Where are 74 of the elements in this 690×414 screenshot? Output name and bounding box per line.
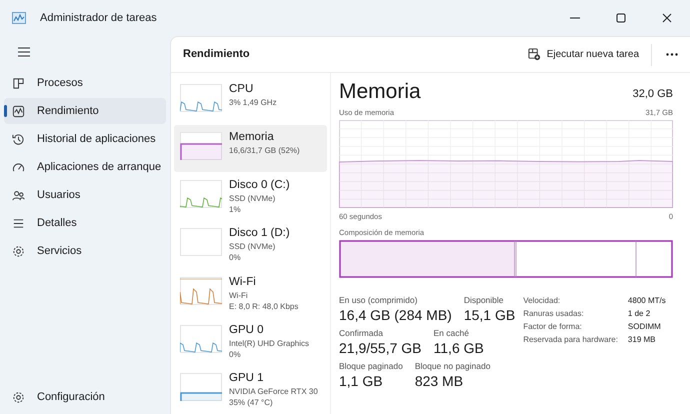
sidebar-item[interactable]: Servicios (4, 238, 166, 264)
stat-label: Bloque paginado (339, 360, 403, 372)
stat-label: En uso (comprimido) (339, 294, 418, 306)
pulse-icon (12, 104, 25, 118)
device-info: 0% (229, 348, 242, 360)
property-value: 319 MB (628, 334, 656, 346)
settings-item[interactable]: Configuración (4, 384, 105, 410)
cog-icon (12, 244, 25, 258)
stat-value: 1,1 GB (339, 372, 384, 390)
property-label: Reservada para hardware: (523, 334, 618, 346)
maximize-icon (616, 13, 626, 23)
stat-label: Bloque no paginado (414, 360, 490, 372)
users-icon (12, 188, 25, 202)
property-label: Factor de forma: (523, 320, 583, 333)
run-new-task-button[interactable]: Ejecutar nueva tarea (522, 42, 645, 68)
device-name: GPU 1 (229, 370, 265, 386)
sidebar-item[interactable]: Rendimiento (4, 98, 166, 124)
property-label: Velocidad: (523, 294, 562, 307)
window-title: Administrador de tareas (40, 10, 157, 26)
device-info: 3% 1,49 GHz (229, 97, 277, 108)
device-item[interactable]: GPU 1 NVIDIA GeForce RTX 30 35% (47 °C) (174, 366, 327, 413)
device-info: 35% (47 °C) (229, 396, 274, 408)
stat-label: Confirmada (339, 328, 384, 339)
device-item[interactable]: Disco 1 (D:) SSD (NVMe) 0% (174, 221, 327, 269)
device-name: Memoria (229, 130, 275, 146)
device-info: 1% (229, 204, 242, 216)
device-info: SSD (NVMe) (229, 241, 276, 252)
device-item[interactable]: GPU 0 Intel(R) UHD Graphics 0% (174, 318, 327, 365)
speedometer-icon (12, 160, 25, 174)
menu-icon (18, 47, 30, 57)
list-icon (12, 216, 25, 230)
device-name: Disco 0 (C:) (229, 178, 290, 194)
history-icon (12, 132, 25, 146)
device-name: Disco 1 (D:) (229, 226, 290, 242)
sidebar-item[interactable]: Aplicaciones de arranque (4, 154, 166, 180)
stat-value: 823 MB (414, 372, 464, 390)
total-memory: 32,0 GB (632, 86, 673, 102)
stat-label: En caché (434, 328, 470, 339)
device-item[interactable]: CPU 3% 1,49 GHz (174, 77, 327, 124)
selection-indicator (4, 105, 7, 117)
property-value: 4800 MT/s (628, 294, 666, 307)
device-info: E: 8,0 R: 48,0 Kbps (229, 300, 298, 312)
device-info: 0% (229, 252, 242, 264)
device-item[interactable]: Wi-Fi Wi-Fi E: 8,0 R: 48,0 Kbps (174, 270, 327, 317)
settings-icon (12, 390, 25, 404)
device-info: 16,6/31,7 GB (52%) (229, 145, 300, 156)
detail-title: Memoria (339, 79, 421, 105)
stat-label: Disponible (464, 294, 505, 306)
stat-value: 21,9/55,7 GB (339, 338, 422, 357)
property-value: 1 de 2 (628, 308, 652, 320)
device-info: Wi-Fi (229, 290, 249, 301)
device-item[interactable]: Memoria 16,6/31,7 GB (52%) (174, 125, 327, 172)
stat-value: 11,6 GB (434, 338, 484, 357)
property-label: Ranuras usadas: (523, 308, 585, 320)
app-icon (12, 12, 26, 24)
more-icon (666, 53, 678, 56)
sidebar-item[interactable]: Historial de aplicaciones (4, 126, 166, 152)
stat-value: 15,1 GB (464, 306, 516, 324)
page-title: Rendimiento (183, 47, 250, 62)
device-info: SSD (NVMe) (229, 193, 276, 204)
property-value: SODIMM (628, 320, 662, 333)
sidebar-item[interactable]: Usuarios (4, 182, 166, 208)
device-info: Intel(R) UHD Graphics (229, 338, 310, 349)
run-task-icon (528, 48, 541, 61)
device-name: GPU 0 (229, 322, 265, 338)
close-icon (662, 13, 672, 23)
device-item[interactable]: Disco 0 (C:) SSD (NVMe) 1% (174, 173, 327, 220)
sidebar-item[interactable]: Detalles (4, 210, 166, 236)
device-name: Wi-Fi (229, 274, 257, 290)
device-info: NVIDIA GeForce RTX 30 (229, 386, 318, 397)
stat-value: 16,4 GB (284 MB) (339, 306, 452, 324)
sidebar-item[interactable]: Procesos (4, 70, 166, 96)
device-name: CPU (229, 82, 254, 97)
grid-icon (12, 76, 25, 90)
